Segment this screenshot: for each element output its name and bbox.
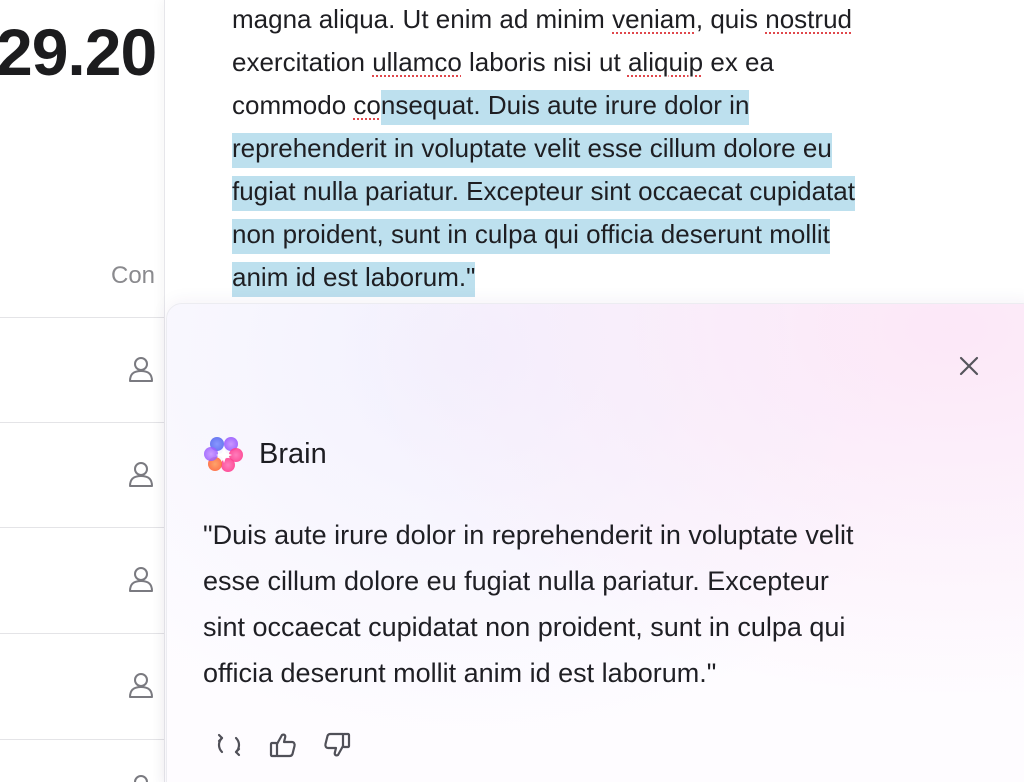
- answer-line: esse cillum dolore eu fugiat nulla paria…: [203, 566, 829, 596]
- selected-text[interactable]: reprehenderit in voluptate velit esse ci…: [232, 133, 832, 168]
- doc-text: exercitation: [232, 47, 373, 77]
- doc-line: magna aliqua. Ut enim ad minim veniam, q…: [232, 0, 852, 43]
- background-panel: 29.20 Con: [0, 0, 170, 782]
- answer-line: officia deserunt mollit anim id est labo…: [203, 658, 717, 688]
- misspelled-word[interactable]: ullamco: [372, 47, 462, 77]
- brain-title: Brain: [259, 437, 327, 470]
- brain-ai-panel: Brain "Duis aute irure dolor in reprehen…: [166, 303, 1024, 782]
- big-number: 29.20: [0, 15, 157, 89]
- doc-text: , quis: [695, 4, 766, 34]
- person-icon[interactable]: [126, 670, 156, 700]
- person-icon[interactable]: [126, 354, 156, 384]
- brain-answer: "Duis aute irure dolor in reprehenderit …: [203, 512, 1003, 696]
- regenerate-icon[interactable]: [213, 729, 245, 761]
- person-icon[interactable]: [126, 772, 156, 782]
- brain-logo-icon: [204, 437, 243, 472]
- thumbs-up-icon[interactable]: [267, 729, 299, 761]
- doc-line: fugiat nulla pariatur. Excepteur sint oc…: [232, 172, 855, 215]
- feedback-actions: [213, 729, 353, 761]
- selected-text[interactable]: anim id est laborum.": [232, 262, 476, 297]
- answer-line: sint occaecat cupidatat non proident, su…: [203, 612, 846, 642]
- doc-line: non proident, sunt in culpa qui officia …: [232, 215, 830, 258]
- person-icon[interactable]: [126, 459, 156, 489]
- app-window: 29.20 Con magna aliqua. Ut enim ad minim…: [0, 0, 1024, 782]
- brain-header: Brain: [203, 434, 327, 474]
- selected-text[interactable]: nsequat. Duis aute irure dolor in: [380, 90, 750, 125]
- doc-line: exercitation ullamco laboris nisi ut ali…: [232, 43, 774, 86]
- misspelled-word[interactable]: co: [353, 90, 380, 120]
- doc-text: magna aliqua. Ut enim ad minim: [232, 4, 613, 34]
- row-divider: [0, 317, 170, 318]
- answer-line: "Duis aute irure dolor in reprehenderit …: [203, 520, 854, 550]
- misspelled-word[interactable]: nostrud: [765, 4, 852, 34]
- close-icon[interactable]: [955, 352, 983, 380]
- selected-text[interactable]: non proident, sunt in culpa qui officia …: [232, 219, 830, 254]
- column-header[interactable]: Con: [111, 262, 155, 290]
- thumbs-down-icon[interactable]: [321, 729, 353, 761]
- misspelled-word[interactable]: veniam: [612, 4, 696, 34]
- doc-line: reprehenderit in voluptate velit esse ci…: [232, 129, 832, 172]
- person-icon[interactable]: [126, 564, 156, 594]
- row-divider: [0, 633, 170, 634]
- row-divider: [0, 527, 170, 528]
- selected-text[interactable]: fugiat nulla pariatur. Excepteur sint oc…: [232, 176, 855, 211]
- doc-line: commodo consequat. Duis aute irure dolor…: [232, 86, 750, 129]
- row-divider: [0, 422, 170, 423]
- selected-text-fragment: n: [380, 90, 396, 120]
- selected-text-fragment: sequat. Duis aute irure dolor in: [395, 90, 750, 120]
- doc-line: anim id est laborum.": [232, 258, 476, 301]
- doc-text: ex ea: [703, 47, 774, 77]
- misspelled-word[interactable]: aliquip: [628, 47, 703, 77]
- row-divider: [0, 739, 170, 740]
- doc-text: laboris nisi ut: [461, 47, 628, 77]
- doc-text: commodo: [232, 90, 354, 120]
